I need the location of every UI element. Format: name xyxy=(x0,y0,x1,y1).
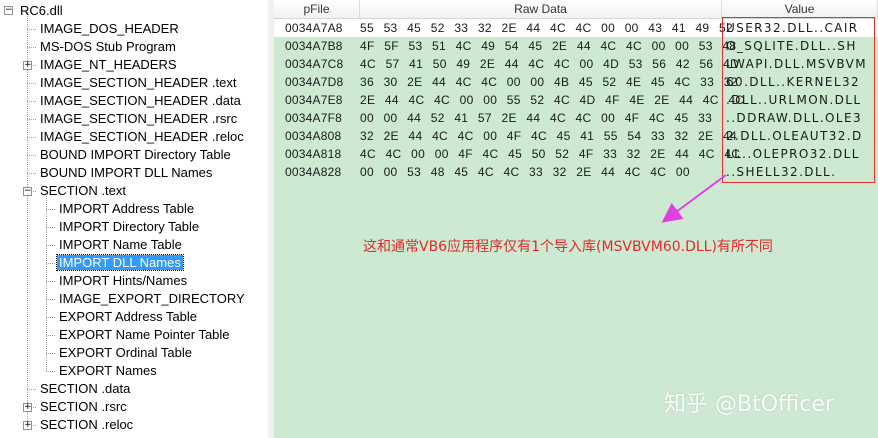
annotation-note: 这和通常VB6应用程序仅有1个导入库(MSVBVM60.DLL)有所不同 xyxy=(363,239,773,255)
annotation-arrow xyxy=(661,174,727,223)
watermark: 知乎 @BtOfficer xyxy=(664,392,834,417)
